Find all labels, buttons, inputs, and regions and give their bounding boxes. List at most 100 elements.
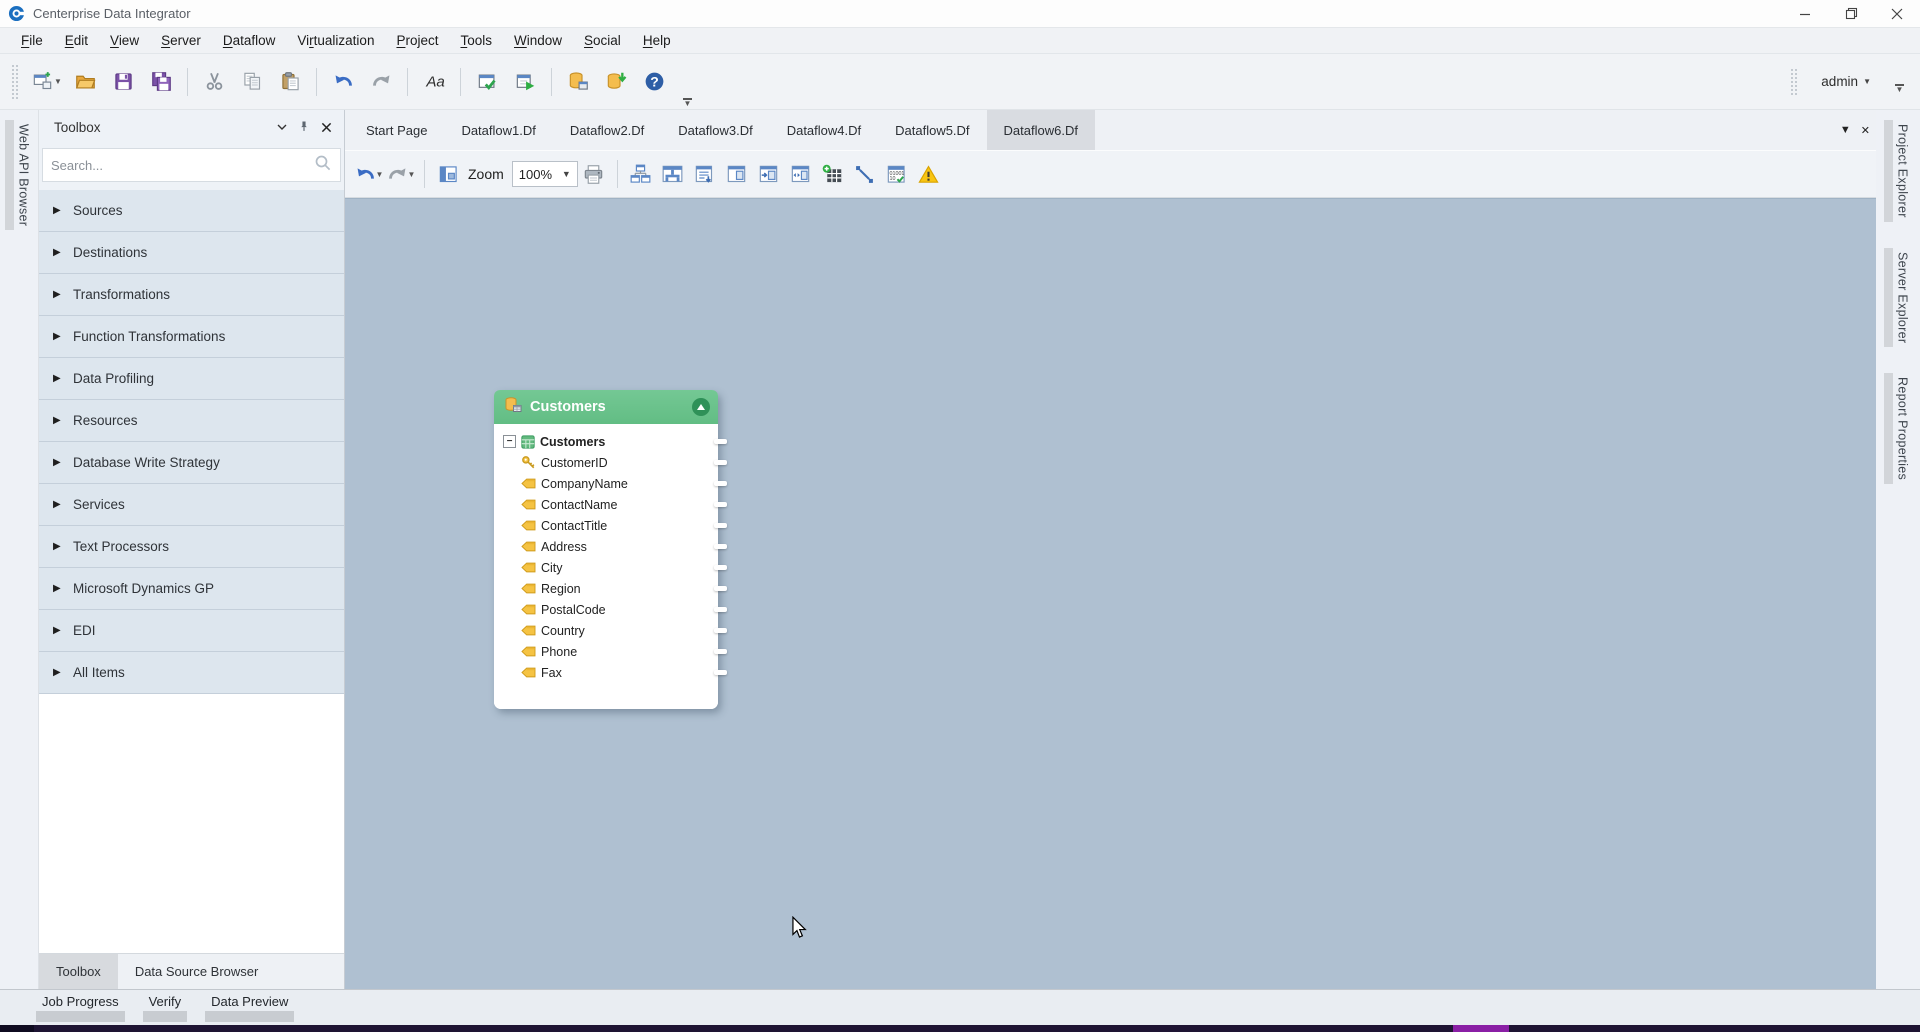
draw-link-button[interactable] (849, 158, 881, 190)
node-field-region[interactable]: Region (494, 578, 718, 599)
import-database-button[interactable] (599, 65, 633, 99)
menu-tools[interactable]: Tools (449, 30, 503, 51)
toolbar-grip[interactable] (12, 65, 18, 99)
toolbar-grip-right[interactable] (1791, 69, 1797, 95)
redo-button[interactable] (364, 65, 398, 99)
toolbox-category-services[interactable]: ▶Services (39, 484, 344, 526)
output-port[interactable] (714, 502, 727, 507)
toolbox-category-database-write-strategy[interactable]: ▶Database Write Strategy (39, 442, 344, 484)
dock-tab-project-explorer[interactable]: Project Explorer (1884, 120, 1913, 222)
close-button[interactable] (1874, 0, 1920, 27)
collapse-expander-icon[interactable]: − (503, 435, 516, 448)
open-file-button[interactable] (68, 65, 102, 99)
output-port[interactable] (714, 544, 727, 549)
node-field-customerid[interactable]: CustomerID (494, 452, 718, 473)
output-port[interactable] (714, 649, 727, 654)
toolbox-category-data-profiling[interactable]: ▶Data Profiling (39, 358, 344, 400)
run-dataflow-button[interactable] (508, 65, 542, 99)
menu-virtualization[interactable]: Virtualization (286, 30, 385, 51)
help-button[interactable]: ? (637, 65, 671, 99)
node-field-contactname[interactable]: ContactName (494, 494, 718, 515)
toolbar-options-button[interactable]: ▼ (683, 98, 692, 107)
output-port[interactable] (714, 586, 727, 591)
node-field-fax[interactable]: Fax (494, 662, 718, 683)
save-button[interactable] (106, 65, 140, 99)
node-field-contacttitle[interactable]: ContactTitle (494, 515, 718, 536)
menu-social[interactable]: Social (573, 30, 632, 51)
panel-close-button[interactable] (316, 117, 336, 137)
customers-source-node[interactable]: Customers −CustomersCustomerIDCompanyNam… (494, 390, 718, 709)
add-grid-object-button[interactable] (817, 158, 849, 190)
output-port[interactable] (714, 460, 727, 465)
output-port[interactable] (714, 670, 727, 675)
expand-all-nodes-button[interactable] (689, 158, 721, 190)
panel-tab-toolbox[interactable]: Toolbox (39, 954, 118, 989)
copy-button[interactable] (235, 65, 269, 99)
zoom-level-select[interactable]: 100%▼ (512, 161, 578, 187)
output-port[interactable] (714, 481, 727, 486)
undo-button[interactable]: ▼ (353, 158, 385, 190)
bottom-tab-verify[interactable]: Verify (143, 990, 188, 1022)
print-button[interactable] (578, 158, 610, 190)
output-port[interactable] (714, 439, 727, 444)
menu-file[interactable]: File (10, 30, 54, 51)
node-field-companyname[interactable]: CompanyName (494, 473, 718, 494)
menu-dataflow[interactable]: Dataflow (212, 30, 287, 51)
menu-view[interactable]: View (99, 30, 150, 51)
document-tab-dataflow5-df[interactable]: Dataflow5.Df (878, 110, 986, 150)
close-document-button[interactable]: ✕ (1861, 124, 1870, 137)
toolbox-category-edi[interactable]: ▶EDI (39, 610, 344, 652)
cut-button[interactable] (197, 65, 231, 99)
show-properties-panel-button[interactable] (721, 158, 753, 190)
new-dataflow-button[interactable]: ▼ (30, 65, 64, 99)
toolbox-category-resources[interactable]: ▶Resources (39, 400, 344, 442)
toolbox-category-all-items[interactable]: ▶All Items (39, 652, 344, 694)
verify-window-button[interactable] (470, 65, 504, 99)
deploy-database-button[interactable] (561, 65, 595, 99)
node-header[interactable]: Customers (494, 390, 718, 424)
redo-button[interactable]: ▼ (385, 158, 417, 190)
collapse-panel-button[interactable] (753, 158, 785, 190)
font-options-button[interactable]: Aa (417, 65, 451, 99)
toolbox-category-text-processors[interactable]: ▶Text Processors (39, 526, 344, 568)
document-tab-dataflow3-df[interactable]: Dataflow3.Df (661, 110, 769, 150)
node-field-city[interactable]: City (494, 557, 718, 578)
menu-server[interactable]: Server (150, 30, 212, 51)
node-field-phone[interactable]: Phone (494, 641, 718, 662)
node-field-postalcode[interactable]: PostalCode (494, 599, 718, 620)
toolbox-category-sources[interactable]: ▶Sources (39, 190, 344, 232)
menu-project[interactable]: Project (385, 30, 449, 51)
menu-window[interactable]: Window (503, 30, 573, 51)
bottom-tab-job-progress[interactable]: Job Progress (36, 990, 125, 1022)
toolbox-category-microsoft-dynamics-gp[interactable]: ▶Microsoft Dynamics GP (39, 568, 344, 610)
dock-tab-server-explorer[interactable]: Server Explorer (1884, 248, 1913, 347)
dock-tab-web-api-browser[interactable]: Web API Browser (5, 120, 34, 230)
document-tab-dataflow1-df[interactable]: Dataflow1.Df (444, 110, 552, 150)
toolbox-category-destinations[interactable]: ▶Destinations (39, 232, 344, 274)
save-all-button[interactable] (144, 65, 178, 99)
node-root-row[interactable]: −Customers (494, 431, 718, 452)
output-port[interactable] (714, 565, 727, 570)
auto-layout-button[interactable] (625, 158, 657, 190)
document-tab-dataflow4-df[interactable]: Dataflow4.Df (770, 110, 878, 150)
pin-icon[interactable] (294, 117, 314, 137)
output-port[interactable] (714, 628, 727, 633)
diagram-overview-button[interactable] (432, 158, 464, 190)
panel-menu-button[interactable] (272, 117, 292, 137)
toolbox-category-transformations[interactable]: ▶Transformations (39, 274, 344, 316)
paste-button[interactable] (273, 65, 307, 99)
node-field-address[interactable]: Address (494, 536, 718, 557)
minimize-button[interactable] (1782, 0, 1828, 27)
tab-list-dropdown-button[interactable]: ▼ (1840, 124, 1851, 136)
toolbox-search-input[interactable] (51, 158, 314, 173)
maximize-button[interactable] (1828, 0, 1874, 27)
toolbar-options-button-right[interactable]: ▼ (1895, 84, 1904, 93)
output-port[interactable] (714, 523, 727, 528)
document-tab-dataflow6-df[interactable]: Dataflow6.Df (987, 110, 1095, 150)
show-warnings-button[interactable] (913, 158, 945, 190)
toolbox-category-function-transformations[interactable]: ▶Function Transformations (39, 316, 344, 358)
dock-tab-report-properties[interactable]: Report Properties (1884, 373, 1913, 484)
layout-orientation-button[interactable] (657, 158, 689, 190)
collapse-node-button[interactable] (692, 398, 710, 416)
menu-help[interactable]: Help (632, 30, 682, 51)
